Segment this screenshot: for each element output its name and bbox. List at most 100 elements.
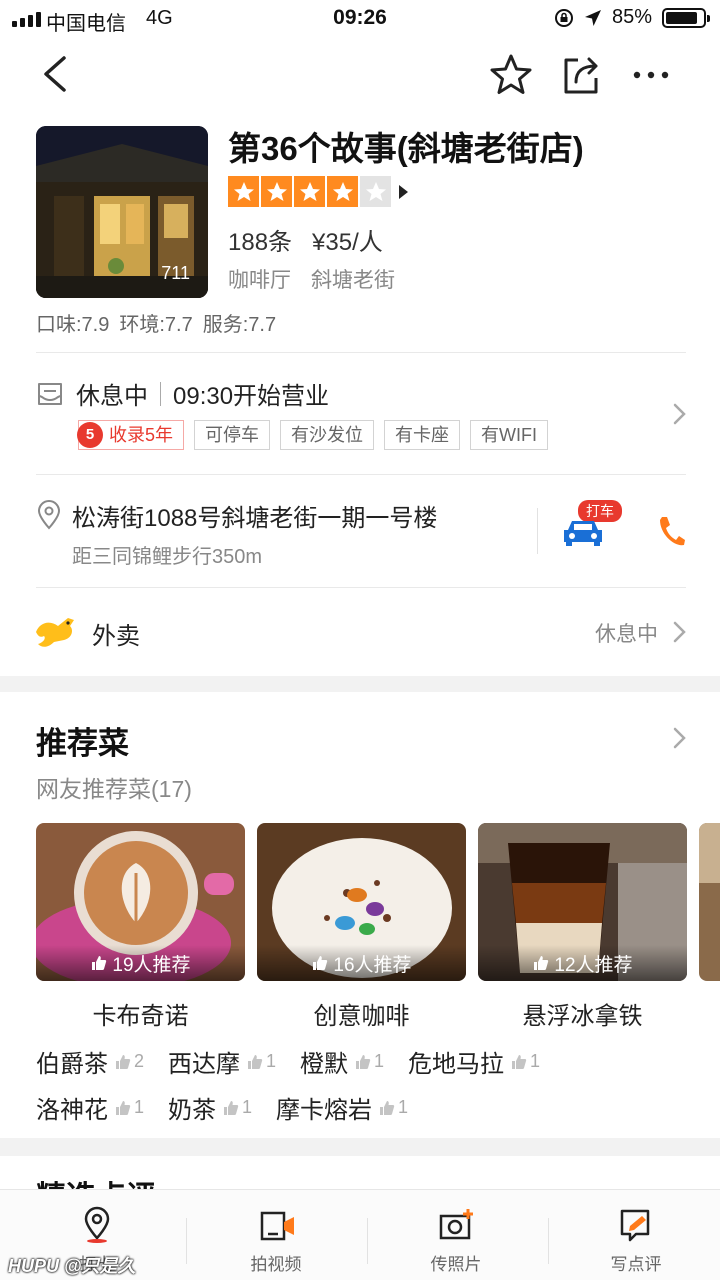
extra-dish[interactable]: 西达摩 1: [168, 1044, 276, 1079]
extra-dish[interactable]: 危地马拉 1: [408, 1044, 540, 1079]
extra-dishes-row: 洛神花 1 奶茶 1 摩卡熔岩 1: [36, 1090, 408, 1125]
extra-dish[interactable]: 摩卡熔岩 1: [276, 1090, 408, 1125]
thumbs-up-icon: [534, 956, 549, 970]
caret-right-icon: [399, 184, 408, 199]
delivery-label[interactable]: 外卖: [92, 616, 140, 651]
video-button[interactable]: 拍视频: [186, 1190, 366, 1280]
shop-hours-icon: [38, 383, 62, 405]
location-arrow-icon: [584, 9, 601, 26]
dish-card[interactable]: 16人推荐: [257, 823, 466, 981]
tag-parking: 可停车: [194, 420, 271, 450]
scores: 口味:7.9 环境:7.7 服务:7.7: [36, 308, 276, 337]
chevron-right-icon[interactable]: [672, 620, 688, 644]
phone-icon[interactable]: [656, 514, 686, 548]
review-label: 写点评: [610, 1255, 662, 1274]
dish-card[interactable]: 12人推荐: [478, 823, 687, 981]
address-text[interactable]: 松涛街1088号斜塘老街一期一号楼: [72, 498, 437, 533]
thumbs-up-icon: [512, 1054, 527, 1069]
score-environment: 环境:7.7: [119, 314, 193, 336]
shop-photo[interactable]: 711: [36, 126, 208, 298]
rating-stars[interactable]: [228, 176, 408, 207]
rotation-lock-icon: [554, 8, 573, 27]
status-bar: 中国电信 4G 09:26 85%: [0, 0, 720, 40]
extra-dish[interactable]: 伯爵茶 2: [36, 1044, 144, 1079]
extra-dish[interactable]: 奶茶 1: [168, 1090, 252, 1125]
hours-status: 休息中: [76, 383, 148, 410]
hours-open-info: 09:30开始营业: [173, 383, 330, 410]
share-icon[interactable]: [558, 52, 604, 98]
delivery-status: 休息中: [595, 623, 658, 646]
favorite-star-icon[interactable]: [488, 52, 534, 98]
section-title-recommended: 推荐菜: [36, 726, 129, 761]
divider: [36, 474, 686, 475]
tag-years-listed: 5 收录5年: [77, 420, 185, 450]
feature-tags: 5 收录5年 可停车 有沙发位 有卡座 有WIFI: [77, 420, 549, 450]
dish-likes: 19人推荐: [112, 954, 191, 976]
review-price: 188条 ¥35/人: [228, 222, 383, 257]
more-icon[interactable]: [628, 52, 674, 98]
star-icon: [327, 176, 358, 207]
dish-card[interactable]: 19人推荐: [36, 823, 245, 981]
car-icon: [564, 521, 602, 546]
watermark: HUPU @只是久: [8, 1256, 136, 1276]
star-icon: [294, 176, 325, 207]
score-service: 服务:7.7: [202, 314, 277, 336]
photo-button[interactable]: 传照片: [366, 1190, 546, 1280]
location-pin-icon: [37, 500, 61, 530]
distance-text: 距三同锦鲤步行350m: [72, 546, 263, 568]
star-icon: [228, 176, 259, 207]
nav-bar: [0, 44, 720, 104]
thumbs-up-icon: [116, 1054, 131, 1069]
area: 斜塘老街: [311, 269, 395, 292]
back-icon[interactable]: [34, 52, 78, 96]
extra-dish[interactable]: 洛神花 1: [36, 1090, 144, 1125]
tag-booth: 有卡座: [384, 420, 461, 450]
shop-name: 第36个故事(斜塘老街店): [228, 130, 584, 167]
section-subtitle: 网友推荐菜(17): [36, 776, 192, 802]
dish-likes: 16人推荐: [333, 954, 412, 976]
thumbs-up-icon: [313, 956, 328, 970]
thumbs-up-icon: [356, 1054, 371, 1069]
extra-dishes-row: 伯爵茶 2 西达摩 1 橙默 1 危地马拉 1: [36, 1044, 540, 1079]
dish-name: 悬浮冰拿铁: [522, 1003, 643, 1030]
thumbs-up-icon: [380, 1100, 395, 1115]
divider: [36, 587, 686, 588]
divider: [36, 352, 686, 353]
video-label: 拍视频: [250, 1255, 302, 1274]
avg-price: ¥35/人: [312, 229, 383, 256]
thumbs-up-icon: [224, 1100, 239, 1115]
dish-name: 创意咖啡: [313, 1003, 410, 1030]
photo-label: 传照片: [430, 1255, 482, 1274]
thumbs-up-icon: [116, 1100, 131, 1115]
extra-dish[interactable]: 橙默 1: [300, 1044, 384, 1079]
next-section-title: 精选点评: [36, 1172, 156, 1190]
chevron-right-icon[interactable]: [672, 402, 688, 426]
video-icon: [260, 1211, 294, 1241]
delivery-kangaroo-icon: [36, 618, 74, 647]
taxi-button[interactable]: 打车: [560, 500, 624, 550]
category-area: 咖啡厅 斜塘老街: [228, 264, 395, 294]
thumbs-up-icon: [92, 956, 107, 970]
dish-photo-partial: [699, 823, 720, 981]
camera-plus-icon: [439, 1209, 473, 1240]
star-empty-icon: [360, 176, 391, 207]
category: 咖啡厅: [228, 269, 291, 292]
location-checkin-icon: [84, 1206, 110, 1243]
score-taste: 口味:7.9: [36, 314, 110, 336]
business-hours[interactable]: 休息中 09:30开始营业: [76, 376, 329, 411]
battery-percent: 85%: [611, 6, 652, 28]
write-review-icon: [620, 1209, 650, 1242]
star-icon: [261, 176, 292, 207]
chevron-right-icon[interactable]: [672, 726, 688, 750]
tag-sofa: 有沙发位: [280, 420, 375, 450]
battery-icon: [662, 7, 710, 28]
dish-card-partial[interactable]: [699, 823, 720, 981]
review-button[interactable]: 写点评: [546, 1190, 720, 1280]
tag-wifi: 有WIFI: [470, 420, 549, 450]
photo-count: 711: [161, 263, 190, 283]
review-count: 188条: [228, 229, 293, 256]
dish-likes: 12人推荐: [554, 954, 633, 976]
thumbs-up-icon: [248, 1054, 263, 1069]
dish-name: 卡布奇诺: [92, 1003, 189, 1030]
years-badge-icon: 5: [77, 422, 103, 448]
